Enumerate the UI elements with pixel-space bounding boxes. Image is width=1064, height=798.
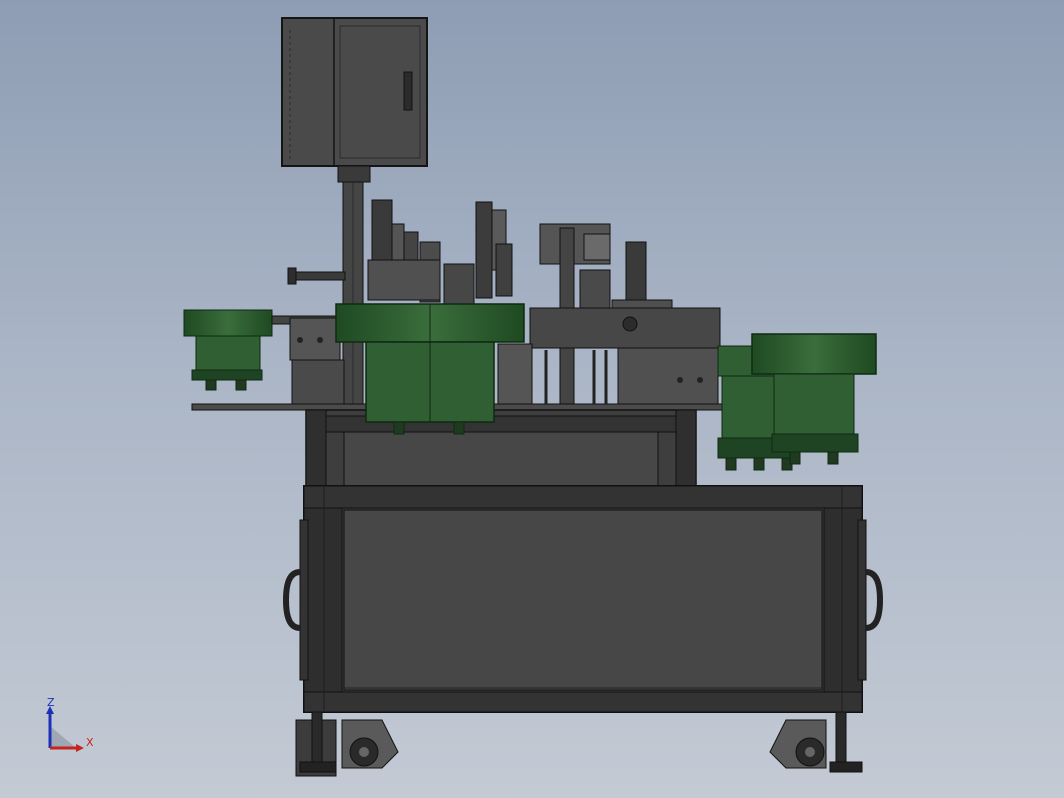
control-cabinet [281,17,428,167]
lower-frame [303,485,863,713]
triad-plane [50,726,76,748]
right-foot-caster [769,711,863,773]
cad-viewport[interactable]: Z X [0,0,1064,798]
right-handle[interactable] [857,519,884,681]
cabinet-handle [403,71,413,111]
left-foot-caster [295,711,399,777]
z-axis-label: Z [47,698,55,709]
machine-3d-model[interactable] [0,0,1064,798]
coordinate-triad: Z X [40,696,100,758]
left-handle[interactable] [282,519,309,681]
x-axis-label: X [86,736,94,749]
upper-frame [305,409,697,489]
frame-panel [343,509,823,691]
